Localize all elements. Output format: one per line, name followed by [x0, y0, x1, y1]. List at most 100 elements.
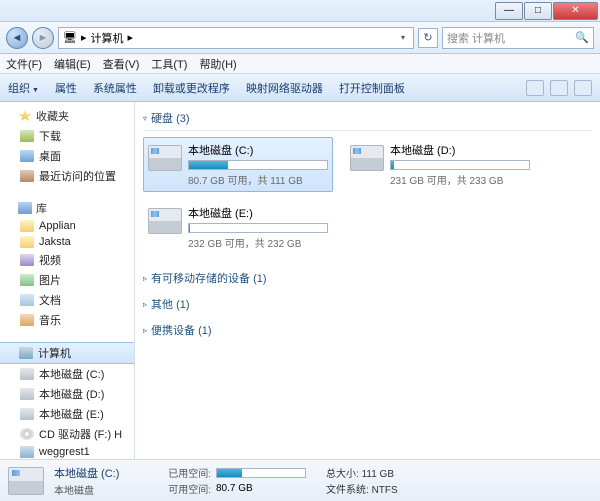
group-row-0[interactable]: ▹ 有可移动存储的设备 (1) [143, 265, 592, 291]
drive-icon [148, 145, 182, 171]
group-hard-drives[interactable]: ▿ 硬盘 (3) [143, 106, 592, 131]
close-button[interactable]: ✕ [553, 2, 598, 20]
back-button[interactable]: ◄ [6, 27, 28, 49]
maximize-button[interactable]: □ [524, 2, 552, 20]
menu-help[interactable]: 帮助(H) [199, 56, 236, 72]
sidebar-lib-5[interactable]: 音乐 [0, 310, 134, 330]
forward-button[interactable]: ► [32, 27, 54, 49]
menu-bar: 文件(F) 编辑(E) 查看(V) 工具(T) 帮助(H) [0, 54, 600, 74]
sidebar: 收藏夹 下载桌面最近访问的位置 库 ApplianJaksta视频图片文档音乐 … [0, 102, 135, 459]
content-pane: ▿ 硬盘 (3) 本地磁盘 (C:)80.7 GB 可用，共 111 GB本地磁… [135, 102, 600, 459]
details-size-label: 总大小: [326, 469, 359, 480]
sidebar-comp-2[interactable]: 本地磁盘 (E:) [0, 404, 134, 424]
menu-file[interactable]: 文件(F) [6, 56, 42, 72]
sidebar-favorites-label: 收藏夹 [36, 108, 69, 124]
drive-sub: 80.7 GB 可用，共 111 GB [188, 172, 328, 187]
drive-capacity-bar [188, 223, 328, 233]
sidebar-lib-3[interactable]: 图片 [0, 270, 134, 290]
expand-icon: ▹ [143, 274, 147, 283]
sidebar-favorites-head[interactable]: 收藏夹 [0, 106, 134, 126]
search-input[interactable]: 搜索 计算机 🔍 [442, 27, 594, 49]
breadcrumb-sep: ▸ [81, 31, 87, 44]
group-label: 便携设备 (1) [151, 322, 212, 338]
sidebar-item-label: 视频 [39, 252, 61, 268]
details-used-bar [216, 468, 306, 478]
star-icon [18, 110, 32, 122]
computer-icon [19, 347, 33, 359]
sidebar-comp-3[interactable]: CD 驱动器 (F:) H [0, 424, 134, 444]
collapse-icon: ▿ [143, 114, 147, 123]
drive-0[interactable]: 本地磁盘 (C:)80.7 GB 可用，共 111 GB [143, 137, 333, 192]
tool-control-panel[interactable]: 打开控制面板 [339, 80, 405, 96]
ic-fold-icon [20, 220, 34, 232]
titlebar: — □ ✕ [0, 0, 600, 22]
breadcrumb-label[interactable]: 计算机 [91, 30, 124, 46]
sidebar-item-label: CD 驱动器 (F:) H [39, 426, 122, 442]
group-label: 有可移动存储的设备 (1) [151, 270, 267, 286]
details-type: 本地磁盘 [54, 482, 149, 497]
group-label: 其他 (1) [151, 296, 190, 312]
address-bar[interactable]: 🖥 ▸ 计算机 ▸ ▾ [58, 27, 414, 49]
view-options-icon[interactable] [526, 80, 544, 96]
ic-fold-icon [20, 236, 34, 248]
preview-pane-icon[interactable] [550, 80, 568, 96]
menu-tools[interactable]: 工具(T) [151, 56, 187, 72]
toolbar: 组织▼ 属性 系统属性 卸载或更改程序 映射网络驱动器 打开控制面板 [0, 74, 600, 102]
tool-uninstall[interactable]: 卸载或更改程序 [153, 80, 230, 96]
sidebar-lib-4[interactable]: 文档 [0, 290, 134, 310]
refresh-button[interactable]: ↻ [418, 28, 438, 48]
drive-sub: 232 GB 可用，共 232 GB [188, 235, 328, 250]
drive-capacity-bar [188, 160, 328, 170]
sidebar-computer-head[interactable]: 计算机 [0, 342, 134, 364]
sidebar-comp-0[interactable]: 本地磁盘 (C:) [0, 364, 134, 384]
ic-dl-icon [20, 130, 34, 142]
sidebar-lib-1[interactable]: Jaksta [0, 234, 134, 250]
tool-properties[interactable]: 属性 [55, 80, 77, 96]
details-pane: 本地磁盘 (C:) 本地磁盘 已用空间: 可用空间: 80.7 GB 总大小: … [0, 459, 600, 501]
sidebar-libraries-label: 库 [36, 200, 47, 216]
menu-edit[interactable]: 编辑(E) [54, 56, 91, 72]
sidebar-fav-1[interactable]: 桌面 [0, 146, 134, 166]
group-row-1[interactable]: ▹ 其他 (1) [143, 291, 592, 317]
menu-view[interactable]: 查看(V) [103, 56, 140, 72]
group-row-2[interactable]: ▹便携设备 (1) [143, 317, 592, 343]
sidebar-libraries-head[interactable]: 库 [0, 198, 134, 218]
drive-icon [148, 208, 182, 234]
sidebar-fav-2[interactable]: 最近访问的位置 [0, 166, 134, 186]
drive-icon [350, 145, 384, 171]
sidebar-comp-1[interactable]: 本地磁盘 (D:) [0, 384, 134, 404]
ic-pic-icon [20, 274, 34, 286]
expand-icon: ▹ [143, 300, 147, 309]
sidebar-item-label: 最近访问的位置 [39, 168, 116, 184]
drive-name: 本地磁盘 (D:) [390, 142, 530, 158]
drive-capacity-bar [390, 160, 530, 170]
breadcrumb-sep: ▸ [128, 31, 134, 44]
sidebar-item-label: 本地磁盘 (C:) [39, 366, 104, 382]
help-icon[interactable] [574, 80, 592, 96]
details-name: 本地磁盘 (C:) [54, 465, 149, 481]
minimize-button[interactable]: — [495, 2, 523, 20]
drive-capacity-fill [391, 161, 394, 169]
sidebar-comp-4[interactable]: weggrest1 [0, 444, 134, 459]
tool-map-drive[interactable]: 映射网络驱动器 [246, 80, 323, 96]
sidebar-lib-2[interactable]: 视频 [0, 250, 134, 270]
sidebar-fav-0[interactable]: 下载 [0, 126, 134, 146]
ic-rec-icon [20, 170, 34, 182]
tool-system-properties[interactable]: 系统属性 [93, 80, 137, 96]
group-hard-drives-label: 硬盘 (3) [151, 110, 190, 126]
sidebar-item-label: Jaksta [39, 236, 71, 248]
ic-desk-icon [20, 150, 34, 162]
sidebar-item-label: weggrest1 [39, 446, 90, 458]
search-icon: 🔍 [575, 31, 589, 44]
drive-1[interactable]: 本地磁盘 (D:) 231 GB 可用，共 233 GB [345, 137, 535, 192]
details-free-value: 80.7 GB [216, 483, 253, 494]
sidebar-lib-0[interactable]: Applian [0, 218, 134, 234]
sidebar-item-label: 下载 [39, 128, 61, 144]
tool-organize[interactable]: 组织▼ [8, 80, 39, 96]
drive-2[interactable]: 本地磁盘 (E:)232 GB 可用，共 232 GB [143, 200, 333, 255]
sidebar-item-label: 文档 [39, 292, 61, 308]
drive-capacity-fill [189, 161, 228, 169]
sidebar-item-label: 本地磁盘 (E:) [39, 406, 104, 422]
drive-sub: 231 GB 可用，共 233 GB [390, 172, 530, 187]
address-dropdown-icon[interactable]: ▾ [397, 33, 409, 42]
